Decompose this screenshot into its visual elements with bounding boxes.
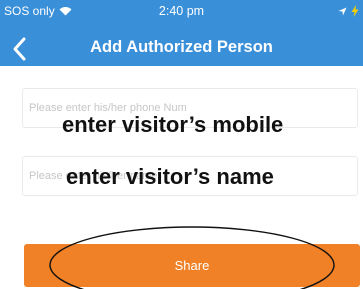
status-bar: SOS only 2:40 pm (0, 0, 363, 24)
status-right-icons (338, 5, 359, 17)
battery-charging-icon (351, 5, 359, 17)
phone-number-input[interactable] (23, 89, 357, 127)
app-header: SOS only 2:40 pm Add Authorized Person (0, 0, 363, 66)
share-button[interactable]: Share (24, 244, 360, 287)
location-arrow-icon (338, 6, 347, 16)
status-time: 2:40 pm (158, 4, 205, 18)
name-input[interactable] (23, 157, 357, 195)
page-title: Add Authorized Person (90, 38, 273, 56)
phone-number-field[interactable] (22, 88, 358, 128)
name-field[interactable] (22, 156, 358, 196)
